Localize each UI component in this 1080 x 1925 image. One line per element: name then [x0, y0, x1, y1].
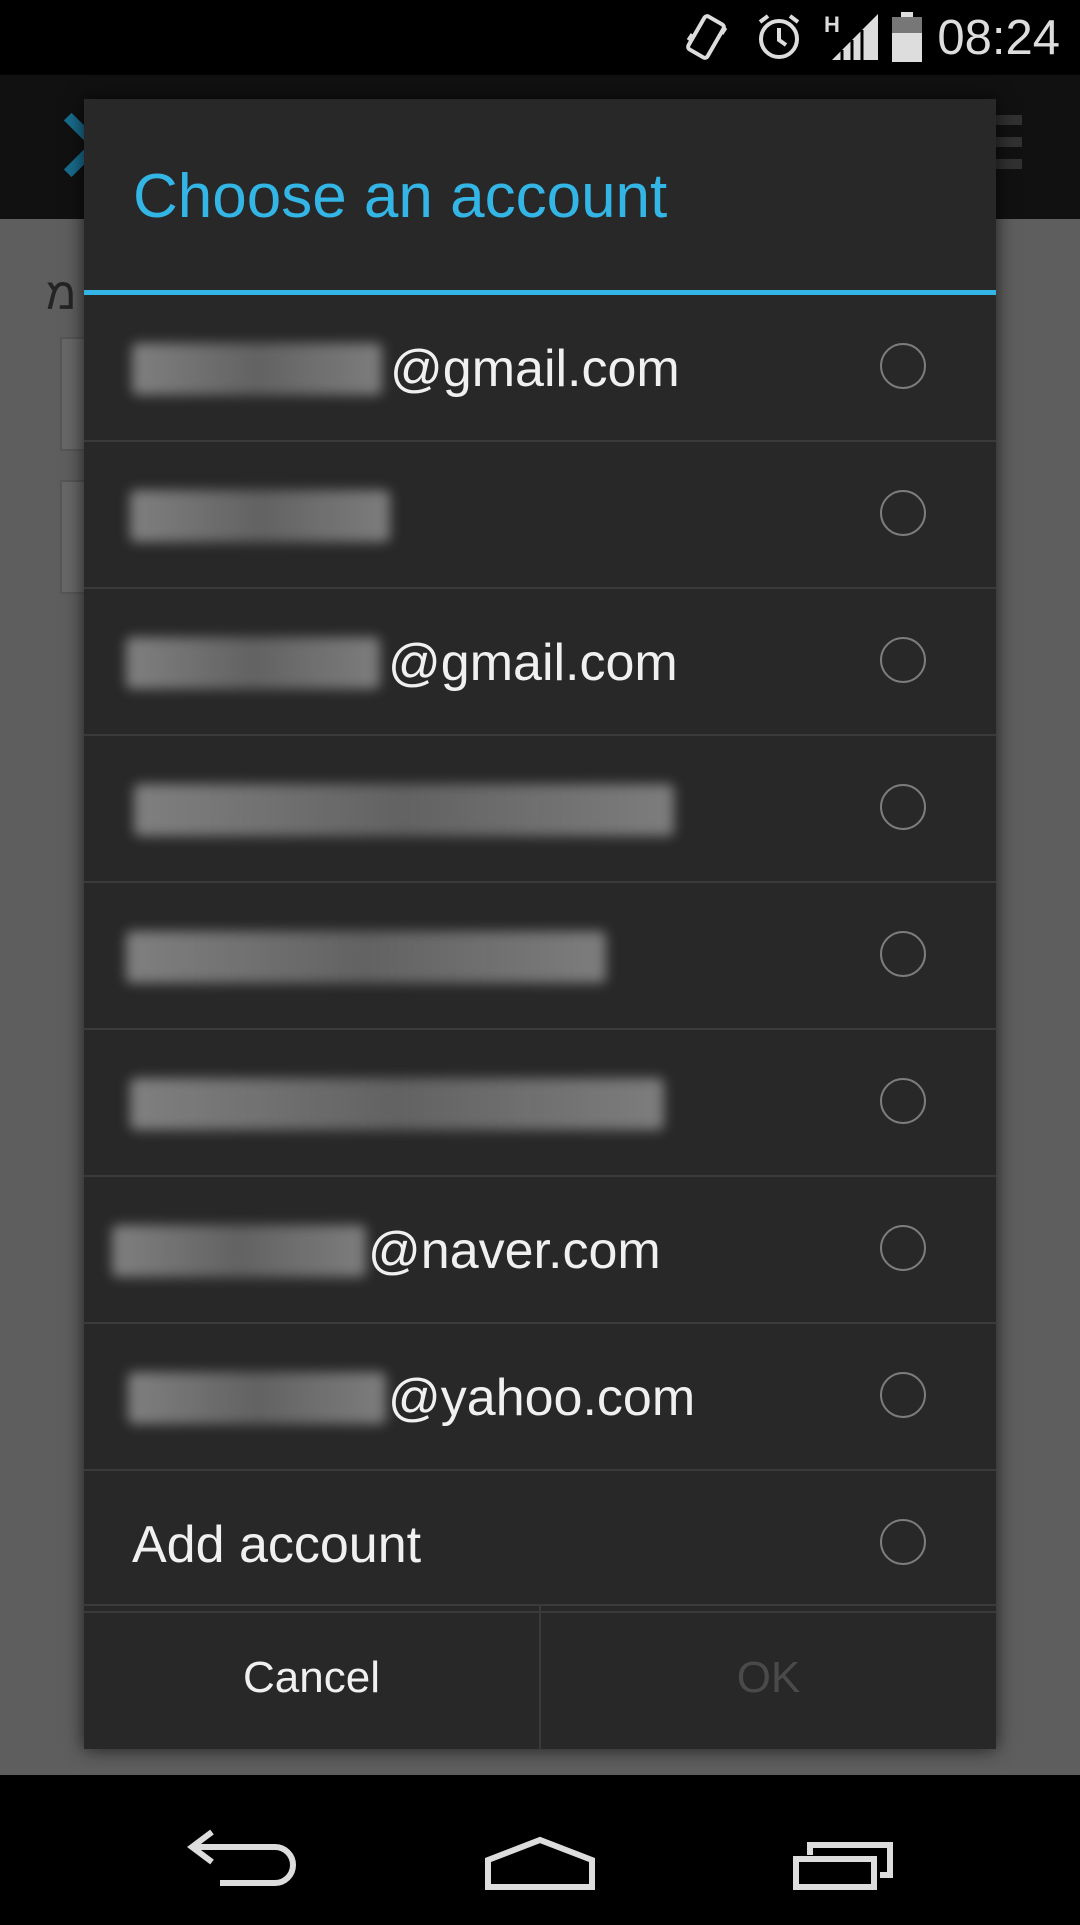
account-option[interactable]: [84, 883, 996, 1030]
navigation-bar: [0, 1775, 1080, 1920]
account-list: @gmail.com @gmail.com @naver.com @yahoo.…: [84, 295, 996, 1613]
cancel-button[interactable]: Cancel: [84, 1606, 541, 1749]
status-bar: H 08:24: [0, 0, 1080, 75]
account-option[interactable]: [84, 1030, 996, 1177]
account-option[interactable]: @gmail.com: [84, 589, 996, 736]
dialog-button-bar: Cancel OK: [84, 1604, 996, 1749]
alarm-icon: [758, 14, 800, 59]
redacted-username: [112, 1225, 366, 1277]
redacted-username: [126, 931, 606, 983]
signal-icon: [832, 14, 878, 60]
radio-button[interactable]: [880, 637, 926, 683]
radio-button[interactable]: [880, 931, 926, 977]
redacted-username: [134, 784, 674, 836]
account-option[interactable]: [84, 442, 996, 589]
status-clock: 08:24: [937, 11, 1060, 65]
dialog-title: Choose an account: [133, 162, 668, 231]
radio-button[interactable]: [880, 784, 926, 830]
radio-button[interactable]: [880, 1519, 926, 1565]
account-email-domain: @naver.com: [368, 1222, 661, 1280]
radio-button[interactable]: [880, 1225, 926, 1271]
ok-button[interactable]: OK: [541, 1606, 996, 1749]
choose-account-dialog: Choose an account @gmail.com @gmail.com: [84, 99, 996, 1749]
radio-button[interactable]: [880, 490, 926, 536]
recent-apps-button[interactable]: [740, 1775, 940, 1920]
redacted-username: [132, 343, 382, 395]
add-account-option[interactable]: Add account: [84, 1471, 996, 1613]
account-email-domain: @gmail.com: [390, 340, 680, 398]
redacted-username: [126, 637, 380, 689]
redacted-username: [130, 1078, 664, 1130]
vibrate-icon: [686, 14, 728, 60]
account-option[interactable]: [84, 736, 996, 883]
battery-icon: [892, 12, 922, 62]
redacted-username: [128, 1372, 386, 1424]
account-email-domain: @gmail.com: [388, 634, 678, 692]
back-button[interactable]: [140, 1775, 340, 1920]
account-option[interactable]: @yahoo.com: [84, 1324, 996, 1471]
recent-apps-icon: [793, 1842, 893, 1890]
add-account-label: Add account: [132, 1516, 422, 1574]
account-option[interactable]: @gmail.com: [84, 295, 996, 442]
redacted-username: [130, 490, 390, 542]
home-button[interactable]: [440, 1775, 640, 1920]
home-icon: [485, 1836, 595, 1890]
back-icon: [187, 1829, 296, 1886]
radio-button[interactable]: [880, 1372, 926, 1418]
radio-button[interactable]: [880, 343, 926, 389]
account-option[interactable]: @naver.com: [84, 1177, 996, 1324]
account-email-domain: @yahoo.com: [388, 1369, 696, 1427]
radio-button[interactable]: [880, 1078, 926, 1124]
